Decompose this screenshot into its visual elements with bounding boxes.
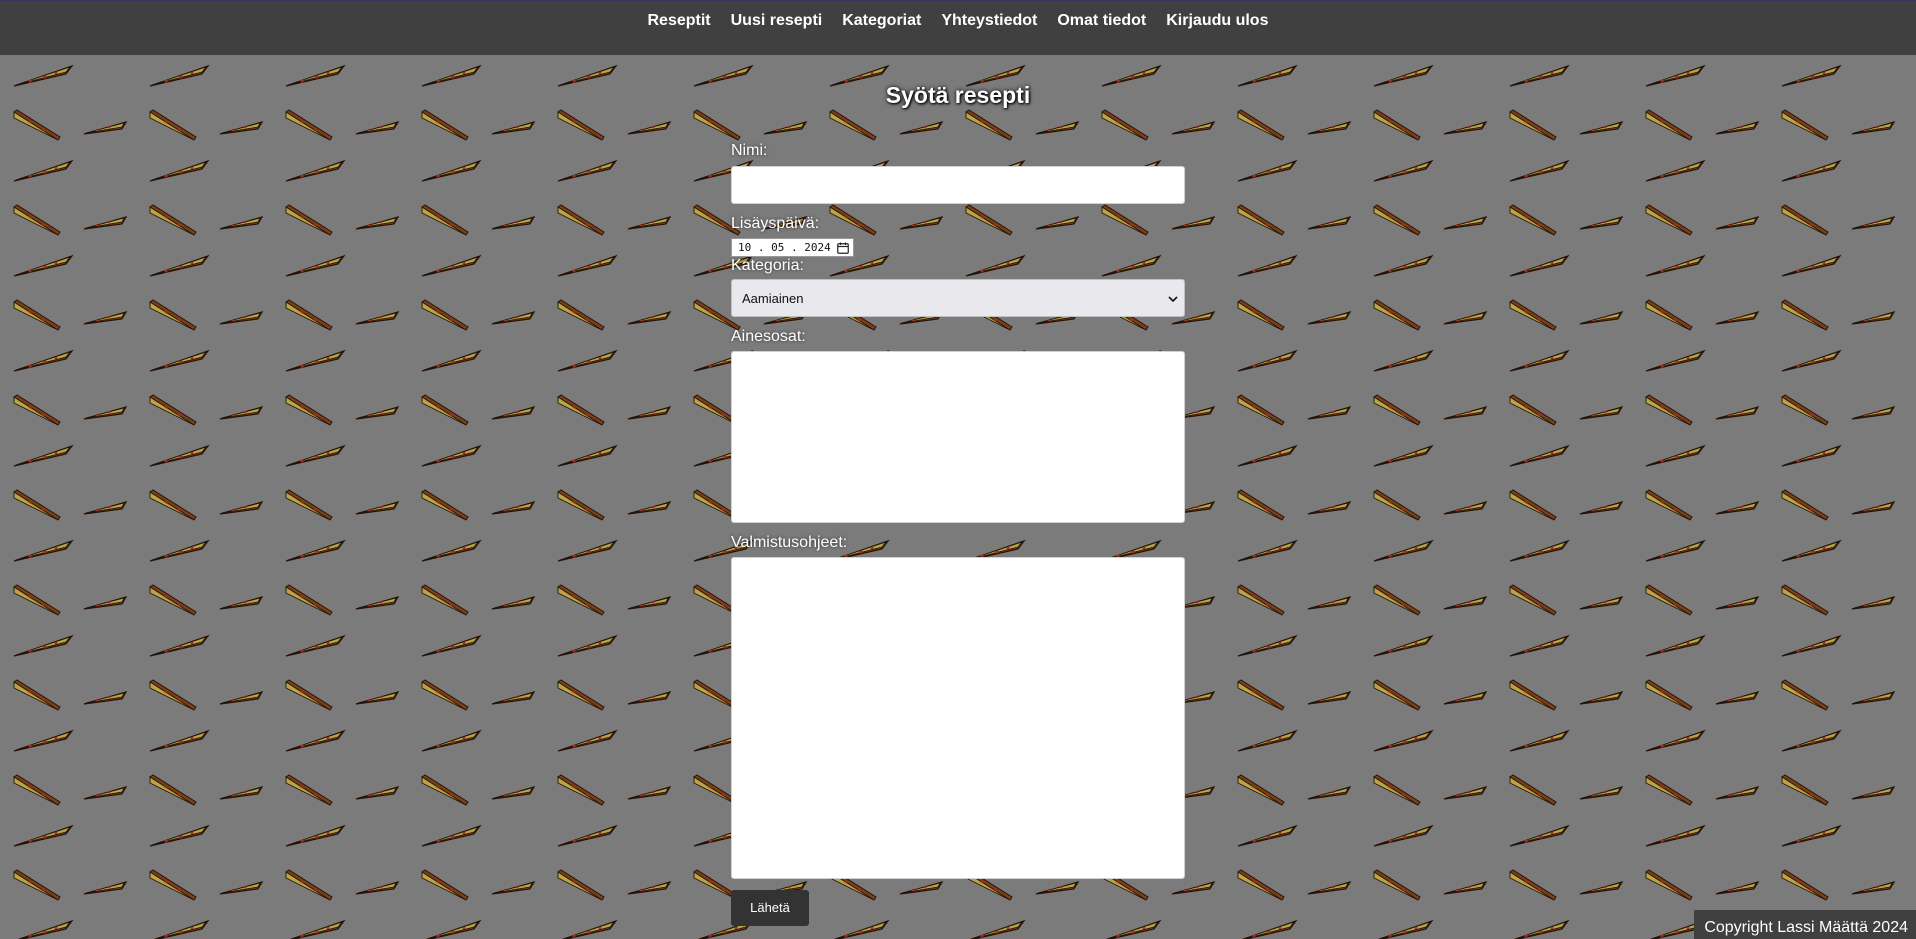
recipe-form: Nimi: Lisäyspäivä: 10 . 05 . 2024 Katego…	[731, 142, 1185, 926]
date-day: 10	[738, 241, 752, 254]
name-label: Nimi:	[731, 142, 768, 159]
nav-link-kirjaudu-ulos[interactable]: Kirjaudu ulos	[1166, 12, 1268, 30]
main-nav: Reseptit Uusi resepti Kategoriat Yhteyst…	[0, 1, 1916, 30]
instructions-textarea[interactable]	[731, 557, 1185, 879]
category-select[interactable]: Aamiainen	[731, 279, 1185, 317]
instructions-label: Valmistusohjeet:	[731, 534, 848, 551]
nav-link-yhteystiedot[interactable]: Yhteystiedot	[941, 12, 1037, 30]
nav-link-reseptit[interactable]: Reseptit	[648, 12, 711, 30]
nav-link-uusi-resepti[interactable]: Uusi resepti	[731, 12, 823, 30]
date-separator: .	[757, 241, 765, 254]
nav-link-omat-tiedot[interactable]: Omat tiedot	[1057, 12, 1146, 30]
nav-link-kategoriat[interactable]: Kategoriat	[842, 12, 921, 30]
copyright-footer: Copyright Lassi Määttä 2024	[1694, 910, 1916, 939]
category-label: Kategoria:	[731, 257, 804, 274]
category-selected-value: Aamiainen	[742, 290, 804, 306]
date-year: 2024	[804, 241, 831, 254]
page-title: Syötä resepti	[885, 82, 1031, 108]
name-input[interactable]	[731, 166, 1185, 204]
calendar-icon[interactable]	[836, 242, 849, 254]
date-label: Lisäyspäivä:	[731, 215, 820, 232]
date-separator: .	[791, 241, 798, 254]
date-month: 05	[771, 241, 785, 254]
date-input[interactable]: 10 . 05 . 2024	[731, 238, 854, 257]
ingredients-textarea[interactable]	[731, 351, 1185, 523]
submit-button[interactable]: Lähetä	[731, 890, 809, 926]
chevron-down-icon	[1168, 291, 1178, 306]
top-navbar: Reseptit Uusi resepti Kategoriat Yhteyst…	[0, 0, 1916, 55]
ingredients-label: Ainesosat:	[731, 328, 806, 345]
